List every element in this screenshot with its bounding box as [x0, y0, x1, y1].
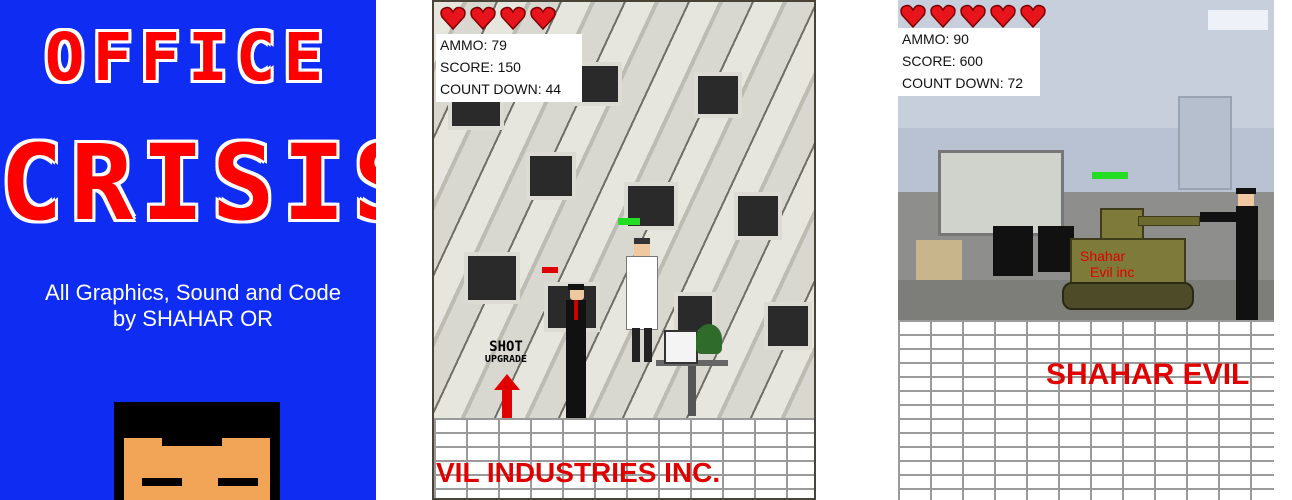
- heart-icon: [440, 6, 466, 30]
- ammo-counter: AMMO: 90: [902, 31, 969, 47]
- enemy-suit-man: [566, 284, 586, 418]
- wall-graffiti-text: SHAHAR EVIL: [1046, 358, 1250, 391]
- game-title-crisis: CRISIS: [0, 122, 376, 244]
- desk-with-computer: [656, 324, 728, 416]
- brick-wall: [898, 320, 1274, 500]
- game-title-office: OFFICE: [44, 19, 332, 96]
- up-arrow-icon: [494, 374, 520, 423]
- floor-sign-text: VIL INDUSTRIES INC.: [436, 457, 721, 488]
- heart-icon: [470, 6, 496, 30]
- heart-icon: [960, 4, 986, 28]
- tank-label-line-2: Evil inc: [1090, 264, 1135, 280]
- scientist-health-bar: [618, 218, 640, 225]
- score-counter: SCORE: 600: [902, 53, 983, 69]
- score-counter: SCORE: 150: [440, 59, 521, 75]
- game-screen-level-1: AMMO: 79 SCORE: 150 COUNT DOWN: 44 SHOT …: [432, 0, 816, 500]
- enemy-health-bar: [542, 267, 558, 273]
- hud-stats: AMMO: 79 SCORE: 150 COUNT DOWN: 44: [436, 34, 582, 102]
- boss-health-bar: [1092, 172, 1128, 179]
- countdown-timer: COUNT DOWN: 72: [902, 75, 1024, 91]
- countdown-timer: COUNT DOWN: 44: [440, 81, 562, 97]
- title-screen: OFFICE CRISIS All Graphics, Sound and Co…: [0, 0, 376, 500]
- heart-icon: [930, 4, 956, 28]
- credits-line-2: by SHAHAR OR: [112, 306, 274, 331]
- game-screen-level-2: AMMO: 90 SCORE: 600 COUNT DOWN: 72 Shaha…: [898, 0, 1274, 500]
- heart-icon: [990, 4, 1016, 28]
- heart-icon: [1020, 4, 1046, 28]
- scientist-enemy: [624, 238, 658, 362]
- tank-label-line-1: Shahar: [1080, 248, 1126, 264]
- tank-boss: Shahar Evil inc: [1062, 196, 1200, 310]
- heart-icon: [500, 6, 526, 30]
- hud-stats: AMMO: 90 SCORE: 600 COUNT DOWN: 72: [898, 28, 1040, 96]
- heart-icon: [530, 6, 556, 30]
- author-face-portrait: [114, 402, 280, 500]
- ammo-counter: AMMO: 79: [440, 37, 507, 53]
- credits-line-1: All Graphics, Sound and Code: [45, 280, 341, 305]
- powerup-label-upgrade: UPGRADE: [484, 354, 528, 365]
- powerup-label-shot: SHOT: [489, 339, 523, 355]
- shot-upgrade-powerup: SHOT UPGRADE: [476, 340, 536, 418]
- enemy-suit-man: [1200, 188, 1264, 320]
- heart-icon: [900, 4, 926, 28]
